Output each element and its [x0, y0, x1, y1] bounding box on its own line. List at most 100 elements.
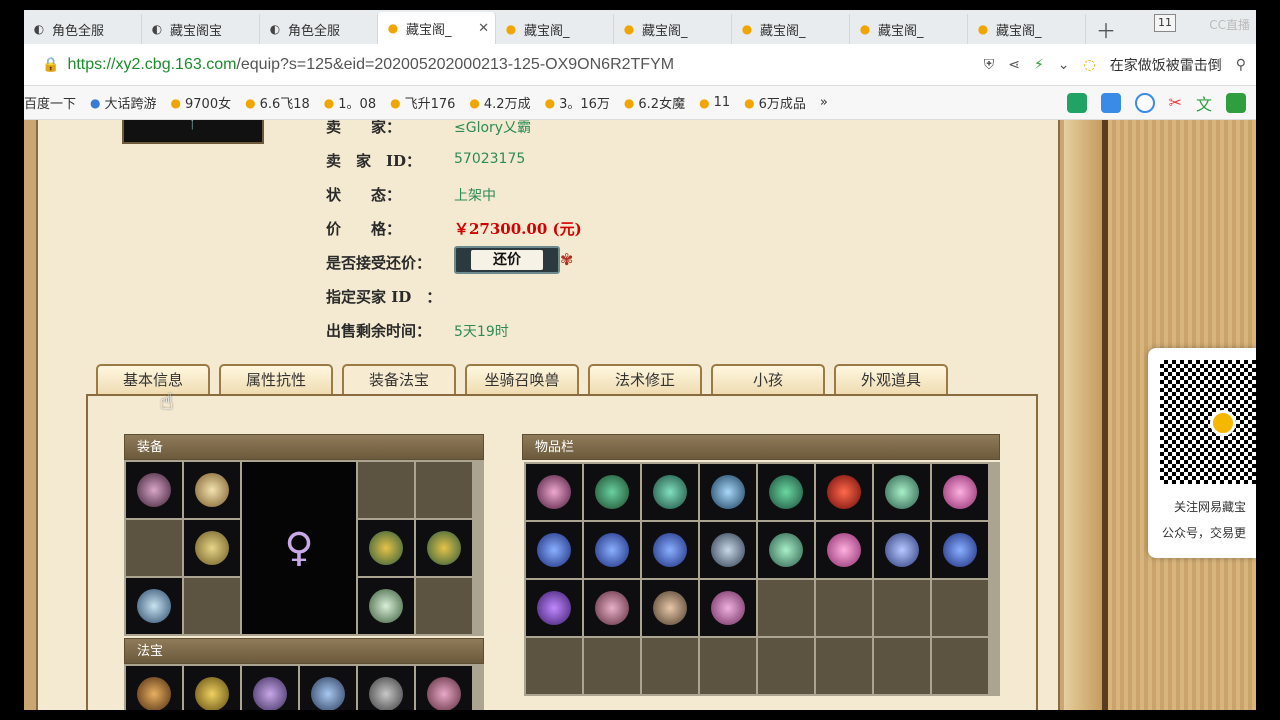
bookmark[interactable]: ● 飞升176 [390, 93, 455, 113]
share-icon[interactable]: ⋖ [1008, 57, 1020, 73]
lightning-icon[interactable]: ⚡ [1034, 57, 1044, 73]
inventory-slot[interactable] [584, 580, 640, 636]
bookmark[interactable]: ● 1。08 [324, 93, 376, 113]
inventory-slot[interactable] [758, 580, 814, 636]
shield-extension-icon[interactable] [1226, 92, 1246, 113]
address-bar[interactable]: 🔒 https://xy2.cbg.163.com/equip?s=125&ei… [24, 44, 1256, 86]
bookmarks-more[interactable]: » [820, 95, 828, 110]
inventory-slot[interactable] [932, 464, 988, 520]
browser-tab[interactable]: ◐ 角色全服 [24, 14, 142, 44]
bookmark[interactable]: ● 大话跨游 [90, 93, 157, 113]
equip-slot[interactable] [358, 520, 414, 576]
counter-offer-button[interactable]: 还价 [454, 246, 560, 274]
inventory-slot[interactable] [874, 580, 930, 636]
search-icon[interactable]: ⚲ [1236, 57, 1246, 73]
inventory-slot[interactable] [816, 580, 872, 636]
inventory-slot[interactable] [874, 638, 930, 694]
equip-slot[interactable] [416, 578, 472, 634]
tab-equipment[interactable]: 装备法宝 [342, 364, 456, 394]
qr-code-panel[interactable]: 关注网易藏宝 公众号，交易更 [1148, 348, 1256, 558]
equip-slot[interactable] [126, 578, 182, 634]
bookmark[interactable]: ● 6万成品 [744, 93, 806, 113]
equip-slot[interactable] [358, 578, 414, 634]
bookmark[interactable]: ● 6.2女魔 [624, 93, 685, 113]
equip-slot[interactable] [184, 462, 240, 518]
inventory-slot[interactable] [700, 464, 756, 520]
tab-mounts-pets[interactable]: 坐骑召唤兽 [465, 364, 579, 394]
bookmark[interactable]: ● 4.2万成 [469, 93, 530, 113]
tab-attributes[interactable]: 属性抗性 [219, 364, 333, 394]
bookmark[interactable]: ● 9700女 [171, 93, 232, 113]
browser-tab[interactable]: ◐ 藏宝阁宝 [142, 14, 260, 44]
inventory-slot[interactable] [642, 464, 698, 520]
inventory-slot[interactable] [758, 522, 814, 578]
browser-tab[interactable]: ◐ 角色全服 [260, 14, 378, 44]
equip-slot[interactable] [358, 462, 414, 518]
inventory-slot[interactable] [932, 522, 988, 578]
equip-slot[interactable] [184, 578, 240, 634]
inventory-slot[interactable] [526, 580, 582, 636]
equip-slot[interactable] [126, 462, 182, 518]
minus-extension-icon[interactable] [1134, 92, 1155, 113]
bookmark[interactable]: ● 6.6飞18 [245, 93, 310, 113]
new-tab-button[interactable]: ＋ [1086, 14, 1126, 44]
browser-tab-active[interactable]: ● 藏宝阁_ ✕ [378, 12, 496, 44]
fabao-slot[interactable] [358, 666, 414, 710]
inventory-slot[interactable] [816, 464, 872, 520]
inventory-slot[interactable] [932, 638, 988, 694]
url-text[interactable]: https://xy2.cbg.163.com/equip?s=125&eid=… [67, 56, 674, 74]
inventory-slot[interactable] [584, 522, 640, 578]
translate-icon[interactable]: 文 [1196, 91, 1212, 115]
inventory-slot[interactable] [700, 580, 756, 636]
inventory-slot[interactable] [874, 522, 930, 578]
browser-tab[interactable]: ● 藏宝阁_ [968, 14, 1086, 44]
fabao-slot[interactable] [242, 666, 298, 710]
shield-icon[interactable]: ⛨ [984, 57, 995, 73]
close-tab-icon[interactable]: ✕ [478, 21, 489, 36]
chevron-down-icon[interactable]: ⌄ [1058, 57, 1070, 73]
bookmark[interactable]: 百度一下 [24, 93, 76, 112]
equip-slot[interactable] [416, 520, 472, 576]
fabao-slot[interactable] [300, 666, 356, 710]
inventory-slot[interactable] [526, 522, 582, 578]
equip-slot[interactable] [416, 462, 472, 518]
browser-tab[interactable]: ● 藏宝阁_ [850, 14, 968, 44]
inventory-slot[interactable] [526, 464, 582, 520]
search-suggestion[interactable]: 在家做饭被雷击倒 [1110, 55, 1222, 75]
tab-children[interactable]: 小孩 [711, 364, 825, 394]
inventory-slot[interactable] [816, 638, 872, 694]
bookmark[interactable]: ● 3。16万 [545, 93, 610, 113]
inventory-slot[interactable] [758, 464, 814, 520]
inventory-slot[interactable] [584, 638, 640, 694]
inventory-slot[interactable] [874, 464, 930, 520]
inventory-slot[interactable] [642, 580, 698, 636]
scissors-icon[interactable]: ✂ [1169, 93, 1182, 112]
fabao-slot[interactable] [126, 666, 182, 710]
inventory-slot[interactable] [584, 464, 640, 520]
browser-tab[interactable]: ● 藏宝阁_ [732, 14, 850, 44]
inventory-slot[interactable] [642, 638, 698, 694]
tab-spell-correction[interactable]: 法术修正 [588, 364, 702, 394]
equip-slot[interactable] [184, 520, 240, 576]
chat-extension-icon[interactable] [1066, 92, 1087, 113]
fabao-slot[interactable] [184, 666, 240, 710]
inventory-slot[interactable] [642, 522, 698, 578]
bookmarks-bar: 百度一下 ● 大话跨游 ● 9700女 ● 6.6飞18 ● 1。08 ● 飞升176 ●… [24, 86, 1256, 120]
browser-tab[interactable]: ● 藏宝阁_ [496, 14, 614, 44]
inventory-slot[interactable] [700, 638, 756, 694]
mouse-cursor-icon: ☝ [160, 390, 174, 415]
tab-basic-info[interactable]: 基本信息 [96, 364, 210, 394]
equip-slot[interactable] [126, 520, 182, 576]
inventory-slot[interactable] [758, 638, 814, 694]
inventory-slot[interactable] [700, 522, 756, 578]
inventory-slot[interactable] [816, 522, 872, 578]
tab-appearance[interactable]: 外观道具 [834, 364, 948, 394]
bookmark[interactable]: ● 11 [699, 95, 730, 110]
triangle-extension-icon[interactable] [1100, 92, 1121, 113]
inventory-slot[interactable] [932, 580, 988, 636]
tab-count-badge[interactable]: 11 [1154, 14, 1176, 32]
browser-tab[interactable]: ● 藏宝阁_ [614, 14, 732, 44]
fabao-slot[interactable] [416, 666, 472, 710]
inventory-slot[interactable] [526, 638, 582, 694]
search-engine-icon[interactable]: ◌ [1084, 57, 1096, 73]
